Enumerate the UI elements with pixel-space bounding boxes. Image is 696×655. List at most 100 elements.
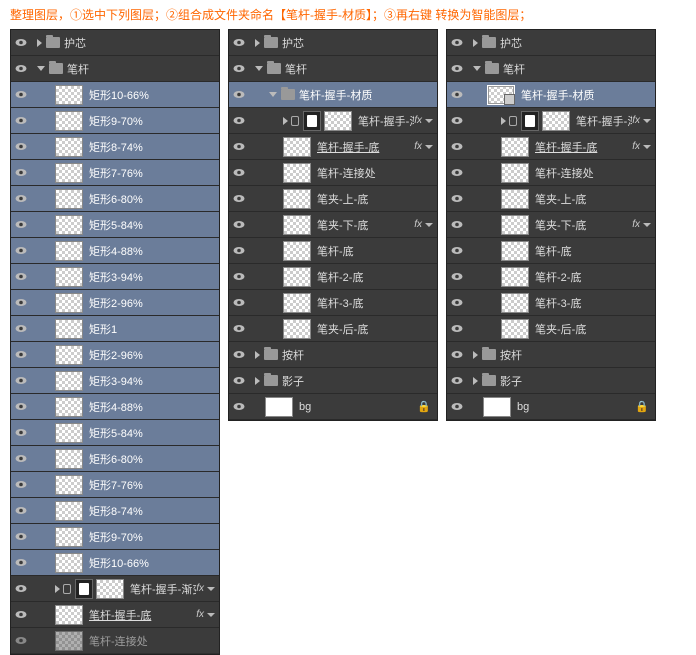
collapse-arrow-icon[interactable]: [473, 66, 481, 71]
fx-chevron-icon[interactable]: [425, 223, 433, 227]
layer-row[interactable]: 笔杆-连接处: [229, 160, 437, 186]
layer-row[interactable]: 矩形7-76%: [11, 160, 219, 186]
layer-row[interactable]: 笔杆-握手-底fx: [11, 602, 219, 628]
visibility-toggle[interactable]: [447, 324, 467, 333]
layer-row[interactable]: 笔杆-握手-底fx: [447, 134, 655, 160]
layer-row[interactable]: 笔杆-握手-渐变fx: [447, 108, 655, 134]
layer-row[interactable]: 矩形2-96%: [11, 342, 219, 368]
visibility-toggle[interactable]: [229, 90, 249, 99]
layer-row[interactable]: 笔夹-后-底: [447, 316, 655, 342]
visibility-toggle[interactable]: [11, 428, 31, 437]
layer-row[interactable]: 笔夹-上-底: [447, 186, 655, 212]
group-row[interactable]: 按杆: [229, 342, 437, 368]
group-row-bigan[interactable]: 笔杆: [11, 56, 219, 82]
collapse-arrow-icon[interactable]: [37, 66, 45, 71]
expand-arrow-icon[interactable]: [283, 117, 288, 125]
visibility-toggle[interactable]: [11, 584, 31, 593]
visibility-toggle[interactable]: [447, 168, 467, 177]
layer-row[interactable]: 矩形9-70%: [11, 524, 219, 550]
group-row[interactable]: 护芯: [447, 30, 655, 56]
fx-chevron-icon[interactable]: [643, 119, 651, 123]
visibility-toggle[interactable]: [11, 376, 31, 385]
layer-row[interactable]: 矩形9-70%: [11, 108, 219, 134]
visibility-toggle[interactable]: [11, 610, 31, 619]
visibility-toggle[interactable]: [229, 246, 249, 255]
visibility-toggle[interactable]: [447, 402, 467, 411]
layer-row[interactable]: 矩形5-84%: [11, 212, 219, 238]
visibility-toggle[interactable]: [229, 64, 249, 73]
group-row[interactable]: 影子: [229, 368, 437, 394]
group-row[interactable]: 影子: [447, 368, 655, 394]
layer-row[interactable]: 矩形10-66%: [11, 550, 219, 576]
layer-row[interactable]: 矩形2-96%: [11, 290, 219, 316]
visibility-toggle[interactable]: [447, 90, 467, 99]
layer-row[interactable]: 笔杆-握手-渐变fx: [229, 108, 437, 134]
layer-row[interactable]: 笔杆-连接处: [11, 628, 219, 654]
visibility-toggle[interactable]: [11, 246, 31, 255]
visibility-toggle[interactable]: [447, 376, 467, 385]
layer-row[interactable]: 笔夹-后-底: [229, 316, 437, 342]
visibility-toggle[interactable]: [229, 272, 249, 281]
layer-row[interactable]: 笔杆-3-底: [229, 290, 437, 316]
visibility-toggle[interactable]: [11, 350, 31, 359]
group-row-huxin[interactable]: 护芯: [11, 30, 219, 56]
layer-row[interactable]: 笔杆-底: [229, 238, 437, 264]
visibility-toggle[interactable]: [447, 38, 467, 47]
layer-row[interactable]: 矩形8-74%: [11, 134, 219, 160]
expand-arrow-icon[interactable]: [55, 585, 60, 593]
layer-row[interactable]: 矩形7-76%: [11, 472, 219, 498]
fx-chevron-icon[interactable]: [643, 223, 651, 227]
fx-chevron-icon[interactable]: [207, 587, 215, 591]
layer-row[interactable]: 矩形3-94%: [11, 264, 219, 290]
visibility-toggle[interactable]: [229, 298, 249, 307]
visibility-toggle[interactable]: [11, 636, 31, 645]
fx-chevron-icon[interactable]: [207, 613, 215, 617]
layer-row[interactable]: 矩形6-80%: [11, 186, 219, 212]
visibility-toggle[interactable]: [11, 38, 31, 47]
visibility-toggle[interactable]: [11, 298, 31, 307]
layer-row[interactable]: 笔夹-下-底fx: [229, 212, 437, 238]
collapse-arrow-icon[interactable]: [255, 66, 263, 71]
visibility-toggle[interactable]: [11, 194, 31, 203]
visibility-toggle[interactable]: [447, 350, 467, 359]
layer-row[interactable]: 笔杆-3-底: [447, 290, 655, 316]
layer-row[interactable]: 笔夹-上-底: [229, 186, 437, 212]
layer-row[interactable]: 笔杆-握手-底fx: [229, 134, 437, 160]
group-row[interactable]: 护芯: [229, 30, 437, 56]
group-row[interactable]: 笔杆: [447, 56, 655, 82]
visibility-toggle[interactable]: [229, 220, 249, 229]
visibility-toggle[interactable]: [11, 142, 31, 151]
visibility-toggle[interactable]: [447, 220, 467, 229]
bg-layer-row[interactable]: bg 🔒: [447, 394, 655, 420]
layer-row[interactable]: 笔杆-2-底: [229, 264, 437, 290]
expand-arrow-icon[interactable]: [37, 39, 42, 47]
visibility-toggle[interactable]: [11, 454, 31, 463]
layer-row[interactable]: 矩形8-74%: [11, 498, 219, 524]
visibility-toggle[interactable]: [229, 142, 249, 151]
expand-arrow-icon[interactable]: [473, 377, 478, 385]
visibility-toggle[interactable]: [229, 194, 249, 203]
expand-arrow-icon[interactable]: [255, 39, 260, 47]
layer-row[interactable]: 矩形1: [11, 316, 219, 342]
layer-row[interactable]: 笔杆-握手-渐变fx: [11, 576, 219, 602]
expand-arrow-icon[interactable]: [473, 351, 478, 359]
visibility-toggle[interactable]: [229, 402, 249, 411]
visibility-toggle[interactable]: [11, 324, 31, 333]
visibility-toggle[interactable]: [229, 116, 249, 125]
layer-row[interactable]: 笔夹-下-底fx: [447, 212, 655, 238]
visibility-toggle[interactable]: [11, 558, 31, 567]
visibility-toggle[interactable]: [11, 90, 31, 99]
visibility-toggle[interactable]: [229, 324, 249, 333]
visibility-toggle[interactable]: [11, 480, 31, 489]
visibility-toggle[interactable]: [11, 272, 31, 281]
visibility-toggle[interactable]: [11, 168, 31, 177]
visibility-toggle[interactable]: [447, 142, 467, 151]
expand-arrow-icon[interactable]: [255, 351, 260, 359]
bg-layer-row[interactable]: bg 🔒: [229, 394, 437, 420]
layer-row[interactable]: 矩形6-80%: [11, 446, 219, 472]
fx-chevron-icon[interactable]: [643, 145, 651, 149]
fx-chevron-icon[interactable]: [425, 145, 433, 149]
visibility-toggle[interactable]: [229, 168, 249, 177]
visibility-toggle[interactable]: [229, 38, 249, 47]
visibility-toggle[interactable]: [447, 194, 467, 203]
